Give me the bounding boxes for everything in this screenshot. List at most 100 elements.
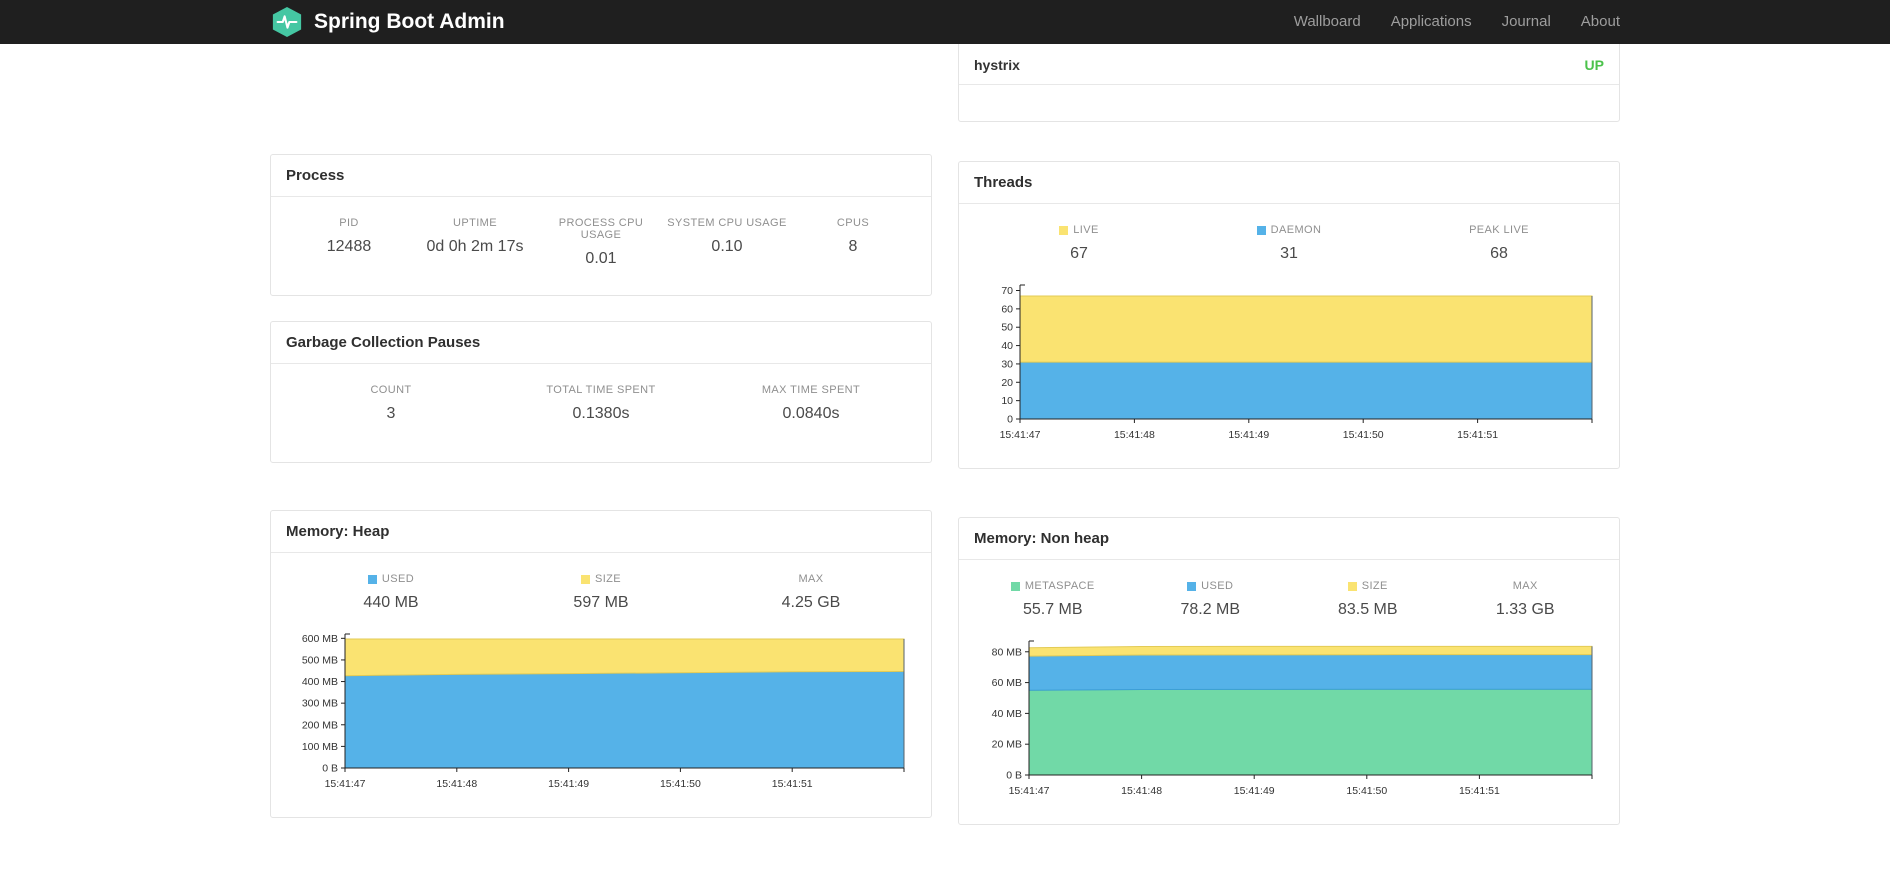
process-metrics: PID 12488 UPTIME 0d 0h 2m 17s PROCESS CP…: [286, 213, 916, 268]
nav-link-wallboard[interactable]: Wallboard: [1294, 13, 1361, 30]
threads-daemon-swatch: [1256, 225, 1266, 235]
svg-text:15:41:49: 15:41:49: [548, 778, 589, 790]
svg-text:300 MB: 300 MB: [302, 698, 338, 710]
metric-label: PID: [339, 217, 359, 229]
gc-metrics: COUNT 3 TOTAL TIME SPENT 0.1380s MAX TIM…: [286, 380, 916, 423]
navbar-links: Wallboard Applications Journal About: [1294, 13, 1620, 31]
metric-value: 0.01: [585, 250, 617, 267]
legend-label: SIZE: [594, 573, 622, 585]
svg-text:60: 60: [1001, 303, 1013, 315]
legend-heap-max: MAX 4.25 GB: [706, 573, 916, 612]
nonheap-card-title: Memory: Non heap: [959, 518, 1619, 560]
svg-text:0 B: 0 B: [1006, 770, 1022, 782]
brand-title: Spring Boot Admin: [314, 10, 505, 33]
heap-used-swatch: [367, 574, 377, 584]
svg-text:15:41:47: 15:41:47: [325, 778, 366, 790]
legend-value: 83.5 MB: [1337, 601, 1398, 618]
spring-boot-admin-logo-icon: [272, 6, 302, 38]
nav-link-journal[interactable]: Journal: [1502, 13, 1551, 30]
svg-text:15:41:50: 15:41:50: [660, 778, 701, 790]
metric-label: CPUS: [836, 217, 870, 229]
svg-text:80 MB: 80 MB: [992, 646, 1022, 658]
svg-text:15:41:51: 15:41:51: [1457, 429, 1498, 441]
legend-value: 68: [1490, 245, 1508, 262]
nav-link-about[interactable]: About: [1581, 13, 1620, 30]
metric-uptime: UPTIME 0d 0h 2m 17s: [412, 217, 538, 268]
nav-link-applications[interactable]: Applications: [1391, 13, 1472, 30]
legend-label: LIVE: [1073, 224, 1099, 236]
legend-threads-live: LIVE 67: [974, 224, 1184, 263]
metric-label: SYSTEM CPU USAGE: [667, 217, 787, 229]
legend-label: DAEMON: [1270, 224, 1322, 236]
nonheap-metaspace-swatch: [1010, 581, 1020, 591]
legend-threads-daemon: DAEMON 31: [1184, 224, 1394, 263]
nonheap-legend: METASPACE 55.7 MB USED 78.2 MB SIZE 83.5…: [974, 576, 1604, 619]
svg-text:15:41:48: 15:41:48: [1114, 429, 1155, 441]
legend-nonheap-size: SIZE 83.5 MB: [1289, 580, 1447, 619]
memory-heap-chart: 0 B 100 MB 200 MB 300 MB 400 MB 500 MB 600 MB 1…: [286, 626, 916, 796]
top-navbar: Spring Boot Admin Wallboard Applications…: [0, 0, 1890, 44]
threads-legend: LIVE 67 DAEMON 31 PEAK LIVE 68: [974, 220, 1604, 263]
brand-link[interactable]: Spring Boot Admin: [270, 6, 505, 38]
metric-value: 0d 0h 2m 17s: [426, 238, 524, 255]
legend-label: MAX: [798, 573, 824, 585]
svg-text:15:41:49: 15:41:49: [1234, 785, 1275, 797]
legend-threads-peak-live: PEAK LIVE 68: [1394, 224, 1604, 263]
svg-text:40: 40: [1001, 340, 1013, 352]
metric-value: 0.10: [711, 238, 743, 255]
metric-label: COUNT: [370, 384, 412, 396]
metric-value: 12488: [326, 238, 372, 255]
legend-nonheap-used: USED 78.2 MB: [1132, 580, 1290, 619]
metric-system-cpu-usage: SYSTEM CPU USAGE 0.10: [664, 217, 790, 268]
nonheap-used-swatch: [1187, 581, 1197, 591]
heap-size-swatch: [580, 574, 590, 584]
process-card: Process PID 12488 UPTIME 0d 0h 2m 17s PR…: [270, 154, 932, 296]
legend-value: 440 MB: [363, 594, 419, 611]
svg-text:70: 70: [1001, 285, 1013, 297]
svg-text:20 MB: 20 MB: [992, 739, 1022, 751]
legend-heap-size: SIZE 597 MB: [496, 573, 706, 612]
navbar-inner: Spring Boot Admin Wallboard Applications…: [270, 0, 1620, 44]
svg-text:15:41:47: 15:41:47: [1000, 429, 1041, 441]
svg-text:500 MB: 500 MB: [302, 654, 338, 666]
metric-label: MAX TIME SPENT: [761, 384, 861, 396]
legend-label: MAX: [1512, 580, 1538, 592]
heap-card-title: Memory: Heap: [271, 511, 931, 553]
gc-pauses-card: Garbage Collection Pauses COUNT 3 TOTAL …: [270, 321, 932, 463]
legend-label: METASPACE: [1024, 580, 1095, 592]
legend-value: 31: [1280, 245, 1298, 262]
svg-text:15:41:48: 15:41:48: [1121, 785, 1162, 797]
right-column: hystrix UP Threads LIVE 67 DAEMON 31 PEA…: [958, 16, 1620, 825]
metric-label: TOTAL TIME SPENT: [546, 384, 656, 396]
svg-text:30: 30: [1001, 358, 1013, 370]
memory-heap-card: Memory: Heap USED 440 MB SIZE 597 MB MAX…: [270, 510, 932, 818]
legend-value: 4.25 GB: [781, 594, 841, 611]
svg-text:15:41:50: 15:41:50: [1346, 785, 1387, 797]
metric-gc-total-time: TOTAL TIME SPENT 0.1380s: [496, 384, 706, 423]
legend-value: 55.7 MB: [1022, 601, 1083, 618]
svg-text:15:41:48: 15:41:48: [436, 778, 477, 790]
svg-text:15:41:47: 15:41:47: [1009, 785, 1050, 797]
svg-text:15:41:51: 15:41:51: [1459, 785, 1500, 797]
threads-chart-svg: 0 10 20 30 40 50 60 70 15:41:47 15:41:48 15:41:49 1…: [1000, 284, 1593, 441]
metric-cpus: CPUS 8: [790, 217, 916, 268]
heap-chart-svg: 0 B 100 MB 200 MB 300 MB 400 MB 500 MB 600 MB 1…: [302, 633, 905, 790]
metric-gc-max-time: MAX TIME SPENT 0.0840s: [706, 384, 916, 423]
legend-value: 67: [1070, 245, 1088, 262]
threads-chart: 0 10 20 30 40 50 60 70 15:41:47 15:41:48 15:41:49 1…: [974, 277, 1604, 447]
svg-text:20: 20: [1001, 377, 1013, 389]
svg-text:15:41:51: 15:41:51: [772, 778, 813, 790]
legend-label: USED: [381, 573, 415, 585]
svg-text:40 MB: 40 MB: [992, 708, 1022, 720]
metric-value: 8: [848, 238, 858, 255]
svg-text:0: 0: [1007, 414, 1013, 426]
metric-label: UPTIME: [453, 217, 497, 229]
svg-text:15:41:49: 15:41:49: [1228, 429, 1269, 441]
health-status-badge: UP: [1584, 57, 1604, 73]
metric-value: 3: [386, 405, 396, 422]
legend-label: PEAK LIVE: [1469, 224, 1529, 236]
legend-nonheap-max: MAX 1.33 GB: [1447, 580, 1605, 619]
svg-text:60 MB: 60 MB: [992, 677, 1022, 689]
legend-value: 597 MB: [573, 594, 629, 611]
legend-heap-used: USED 440 MB: [286, 573, 496, 612]
